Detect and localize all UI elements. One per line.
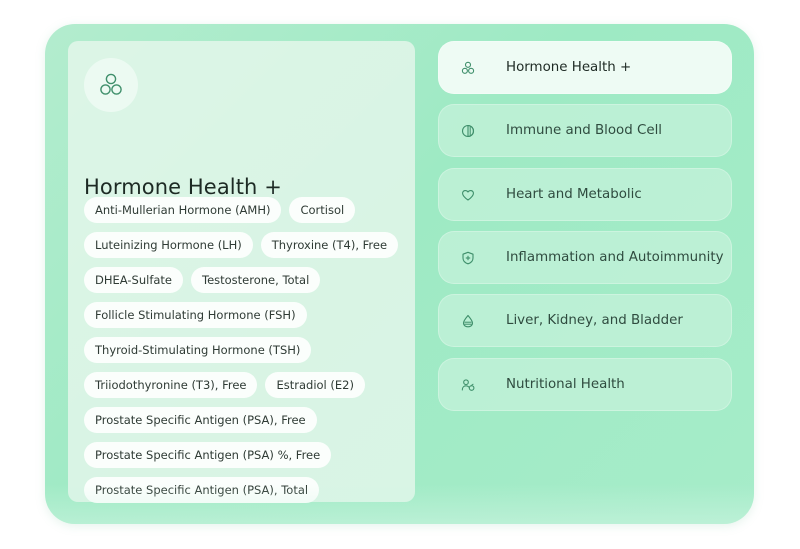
biomarker-chip: Testosterone, Total	[191, 267, 321, 293]
biomarker-chip: Thyroxine (T4), Free	[260, 232, 399, 258]
menu-item-heart-metabolic[interactable]: Heart and Metabolic	[438, 168, 732, 221]
detail-card: Hormone Health + Anti-Mullerian Hormone …	[68, 41, 415, 503]
menu-item-label: Inflammation and Autoimmunity	[506, 250, 724, 265]
menu-item-label: Nutritional Health	[506, 377, 625, 392]
menu-item-nutritional-health[interactable]: Nutritional Health	[438, 358, 732, 411]
menu-item-label: Immune and Blood Cell	[506, 123, 663, 138]
three-circles-icon	[100, 73, 122, 95]
biomarker-chip: Triiodothyronine (T3), Free	[84, 372, 258, 398]
biomarker-chip: Prostate Specific Antigen (PSA) %, Free	[84, 442, 332, 468]
biomarker-chip: Anti-Mullerian Hormone (AMH)	[84, 197, 282, 223]
biomarker-list: Anti-Mullerian Hormone (AMH) Cortisol Lu…	[84, 197, 404, 503]
menu-item-label: Hormone Health +	[506, 60, 632, 75]
biomarker-chip: DHEA-Sulfate	[84, 267, 183, 293]
menu-item-inflammation-autoimmunity[interactable]: Inflammation and Autoimmunity	[438, 231, 732, 284]
detail-title: Hormone Health +	[84, 175, 282, 199]
menu-item-hormone-health[interactable]: Hormone Health +	[438, 41, 732, 94]
biomarker-chip: Luteinizing Hormone (LH)	[84, 232, 253, 258]
biomarker-chip: Prostate Specific Antigen (PSA), Free	[84, 407, 317, 433]
biomarker-chip: Thyroid-Stimulating Hormone (TSH)	[84, 337, 312, 363]
biomarker-chip: Follicle Stimulating Hormone (FSH)	[84, 302, 307, 328]
menu-item-label: Liver, Kidney, and Bladder	[506, 313, 683, 328]
biomarker-chip: Cortisol	[289, 197, 356, 223]
heart-icon	[460, 187, 476, 203]
menu-item-liver-kidney-bladder[interactable]: Liver, Kidney, and Bladder	[438, 294, 732, 347]
three-circles-icon	[460, 60, 476, 76]
person-nutrition-icon	[460, 377, 476, 393]
biomarker-chip: Estradiol (E2)	[265, 372, 365, 398]
menu-item-label: Heart and Metabolic	[506, 187, 642, 202]
hormone-panel-frame: Hormone Health + Anti-Mullerian Hormone …	[45, 24, 754, 524]
menu-item-immune-blood-cell[interactable]: Immune and Blood Cell	[438, 104, 732, 157]
half-circle-icon	[460, 123, 476, 139]
biomarker-chip: Prostate Specific Antigen (PSA), Total	[84, 477, 320, 503]
droplet-icon	[460, 313, 476, 329]
shield-plus-icon	[460, 250, 476, 266]
category-logo	[84, 58, 138, 112]
